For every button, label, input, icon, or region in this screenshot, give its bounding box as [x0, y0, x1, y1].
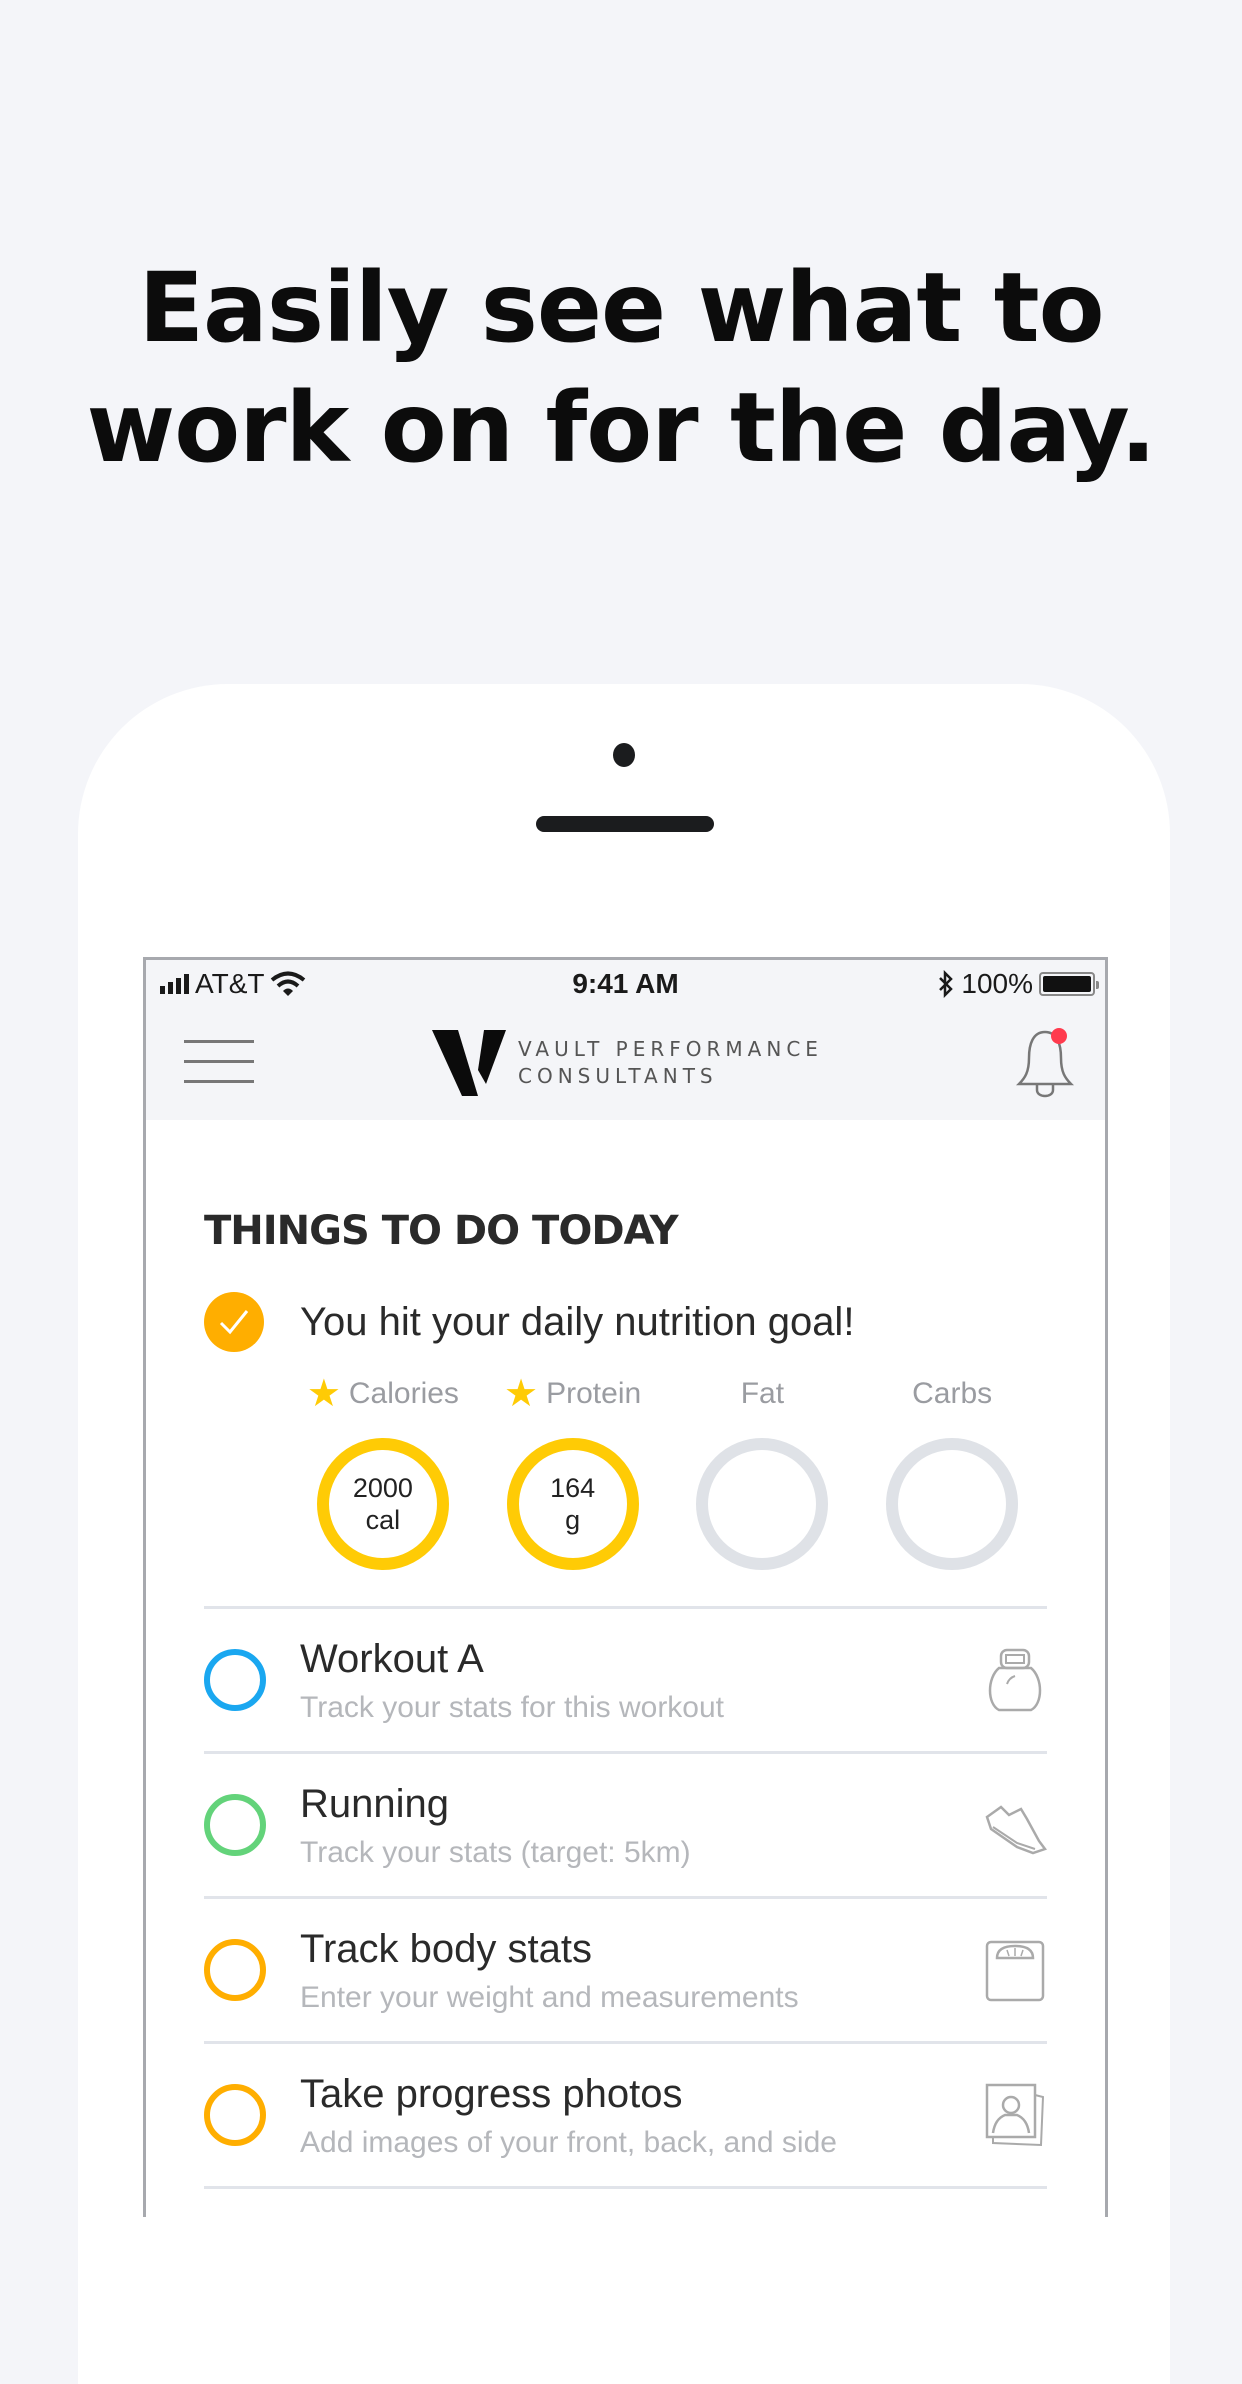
macro-label-text: Protein: [546, 1377, 642, 1410]
macro-unit: g: [565, 1505, 581, 1535]
macro-label-text: Calories: [348, 1377, 459, 1410]
battery-percent: 100%: [961, 968, 1033, 999]
top-bar: AT&T 9:41 AM 100% VAULT PERFORMANCE CONS…: [146, 960, 1105, 1120]
macro-label-text: Carbs: [912, 1377, 993, 1410]
photo-icon: [983, 2081, 1047, 2149]
task-status-circle[interactable]: [204, 1794, 266, 1856]
task-title: Workout A: [300, 1637, 484, 1681]
brand-line-2: CONSULTANTS: [518, 1064, 718, 1088]
task-subtitle: Enter your weight and measurements: [300, 1981, 799, 2014]
task-title: Running: [300, 1782, 450, 1826]
macro-calories: ★ Calories 2000 cal: [288, 1374, 478, 1570]
notification-dot: [1051, 1028, 1067, 1044]
task-status-circle[interactable]: [204, 2084, 266, 2146]
macro-label: Fat: [741, 1374, 784, 1414]
hamburger-menu-button[interactable]: [184, 1040, 254, 1086]
task-row[interactable]: Workout A Track your stats for this worko…: [204, 1606, 1047, 1751]
macro-ring[interactable]: [696, 1438, 829, 1570]
main-content: THINGS TO DO TODAY You hit your daily nu…: [146, 1208, 1105, 2189]
checkmark-icon: [219, 1310, 249, 1335]
macro-label: ★ Calories: [307, 1374, 459, 1414]
macro-label: Carbs: [912, 1374, 992, 1414]
macro-label: ★ Protein: [504, 1374, 641, 1414]
macro-carbs: Carbs: [857, 1374, 1047, 1570]
bell-icon[interactable]: [1013, 1024, 1077, 1104]
headline: Easily see what to work on for the day.: [0, 248, 1242, 488]
task-row[interactable]: Take progress photos Add images of your f…: [204, 2041, 1047, 2189]
macro-value: 164: [550, 1473, 596, 1503]
task-row[interactable]: Track body stats Enter your weight and me…: [204, 1896, 1047, 2041]
star-icon: ★: [306, 1373, 341, 1415]
task-subtitle: Track your stats (target: 5km): [300, 1836, 691, 1869]
nav-bar: VAULT PERFORMANCE CONSULTANTS: [146, 1010, 1105, 1120]
kettlebell-icon: [983, 1646, 1047, 1714]
macro-value: 2000: [352, 1473, 413, 1503]
nutrition-goal-row: You hit your daily nutrition goal!: [204, 1292, 1047, 1352]
macro-ring[interactable]: 2000 cal: [316, 1438, 449, 1570]
vault-logo-icon: [432, 1030, 506, 1096]
star-icon: ★: [504, 1373, 539, 1415]
battery-icon: [1039, 972, 1099, 996]
macro-fat: Fat: [668, 1374, 858, 1570]
brand-logo: VAULT PERFORMANCE CONSULTANTS: [432, 1028, 823, 1098]
scale-icon: [983, 1936, 1047, 2004]
section-title: THINGS TO DO TODAY: [204, 1208, 679, 1254]
macro-label-text: Fat: [740, 1377, 785, 1410]
task-list: Workout A Track your stats for this worko…: [204, 1606, 1048, 2189]
task-status-circle[interactable]: [204, 1649, 266, 1711]
status-bar: AT&T 9:41 AM 100%: [146, 960, 1105, 1010]
macro-rings: ★ Calories 2000 cal ★ Protein 164 g Fat Carbs: [288, 1374, 1047, 1570]
task-row[interactable]: Running Track your stats (target: 5km): [204, 1751, 1048, 1896]
task-title: Take progress photos: [300, 2072, 683, 2116]
task-subtitle: Track your stats for this workout: [300, 1691, 725, 1724]
macro-protein: ★ Protein 164 g: [478, 1374, 668, 1570]
headline-line-1: Easily see what to: [138, 252, 1104, 364]
bluetooth-icon: [939, 970, 954, 998]
task-title: Track body stats: [300, 1927, 592, 1971]
macro-ring[interactable]: 164 g: [506, 1438, 639, 1570]
task-status-circle[interactable]: [204, 1939, 266, 2001]
macro-unit: cal: [365, 1505, 401, 1535]
brand-line-1: VAULT PERFORMANCE: [518, 1037, 823, 1061]
goal-message: You hit your daily nutrition goal!: [300, 1299, 855, 1344]
shoe-icon: [983, 1791, 1048, 1859]
goal-checkbox[interactable]: [204, 1292, 264, 1352]
camera-icon: [613, 743, 635, 767]
headline-line-2: work on for the day.: [86, 372, 1157, 484]
speaker-icon: [536, 816, 714, 832]
app-screen: AT&T 9:41 AM 100% VAULT PERFORMANCE CONS…: [143, 957, 1108, 2217]
macro-ring[interactable]: [886, 1438, 1019, 1570]
task-subtitle: Add images of your front, back, and side: [300, 2126, 837, 2159]
